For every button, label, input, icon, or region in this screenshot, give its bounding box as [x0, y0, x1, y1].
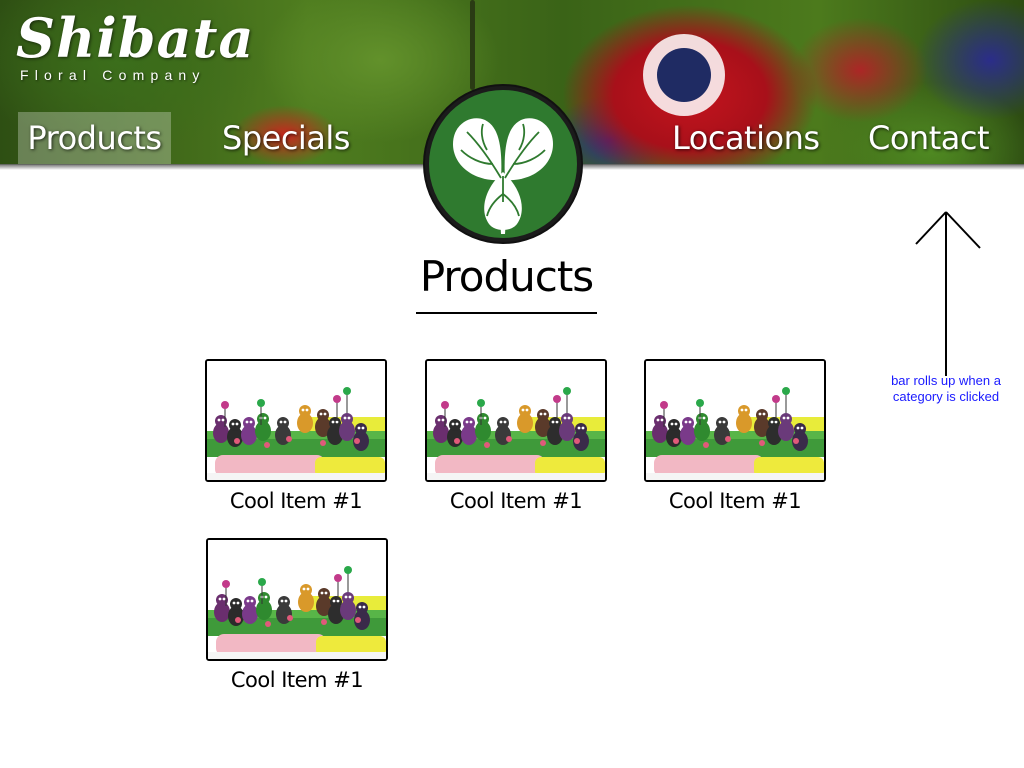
product-caption[interactable]: Cool Item #1 [644, 489, 826, 513]
product-thumbnail[interactable] [205, 359, 387, 482]
product-caption[interactable]: Cool Item #1 [425, 489, 607, 513]
product-card[interactable]: Cool Item #1 [425, 359, 607, 513]
annotation-note: bar rolls up when a category is clicked [891, 373, 1001, 404]
product-card[interactable]: Cool Item #1 [644, 359, 826, 513]
anemone-flower-image [657, 48, 711, 102]
brand-tagline: Floral Company [20, 67, 206, 83]
product-caption[interactable]: Cool Item #1 [205, 489, 387, 513]
up-arrow-icon [915, 211, 981, 376]
product-thumbnail[interactable] [425, 359, 607, 482]
nav-locations[interactable]: Locations [672, 112, 820, 164]
product-card[interactable]: Cool Item #1 [206, 538, 388, 692]
product-card[interactable]: Cool Item #1 [205, 359, 387, 513]
nav-contact[interactable]: Contact [868, 112, 990, 164]
nav-specials[interactable]: Specials [222, 112, 350, 164]
product-caption[interactable]: Cool Item #1 [206, 668, 388, 692]
product-thumbnail[interactable] [206, 538, 388, 661]
product-thumbnail[interactable] [644, 359, 826, 482]
nav-products[interactable]: Products [18, 112, 171, 164]
page-title: Products [419, 252, 594, 301]
flower-stem [470, 0, 475, 90]
title-underline [416, 312, 597, 314]
crest-emblem-icon[interactable] [423, 84, 583, 244]
brand-logo[interactable]: Shibata [16, 6, 254, 70]
